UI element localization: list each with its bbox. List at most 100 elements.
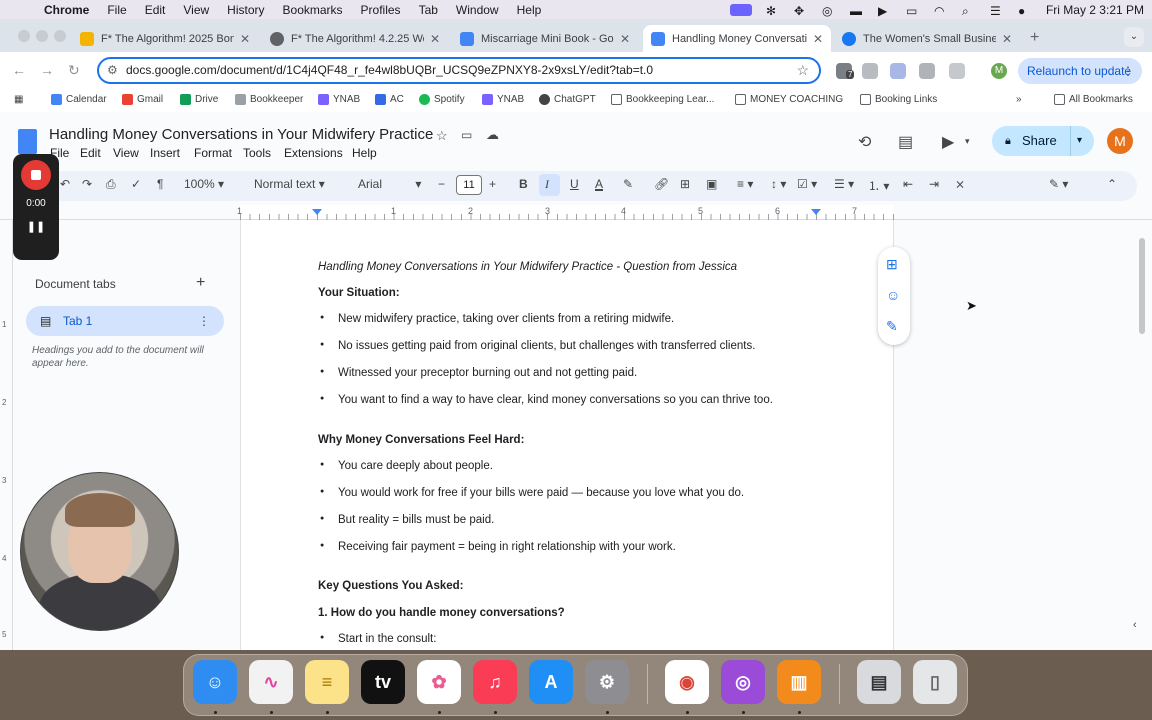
downloads-stack-icon[interactable]: ▤ bbox=[857, 660, 901, 704]
browser-tab[interactable]: The Women's Small Business ✕ bbox=[834, 25, 1020, 52]
address-bar[interactable]: ⚙ docs.google.com/document/d/1C4j4QF48_r… bbox=[97, 57, 821, 84]
menu-view[interactable]: View bbox=[183, 3, 209, 17]
relaunch-to-update-button[interactable]: Relaunch to update ⋮ bbox=[1018, 58, 1142, 84]
pause-recording-icon[interactable]: ❚❚ bbox=[13, 220, 59, 233]
decrease-font-size-icon[interactable]: − bbox=[438, 177, 445, 191]
print-icon[interactable]: ⎙ bbox=[106, 177, 116, 192]
document-page[interactable]: Handling Money Conversations in Your Mid… bbox=[240, 220, 894, 650]
browser-tab[interactable]: Miscarriage Mini Book - Goog ✕ bbox=[452, 25, 638, 52]
document-title[interactable]: Handling Money Conversations in Your Mid… bbox=[49, 126, 433, 143]
suggest-edits-icon[interactable]: ✎ bbox=[886, 318, 898, 335]
docs-menu-tools[interactable]: Tools bbox=[243, 146, 271, 160]
monitor-icon[interactable]: ▬ bbox=[850, 4, 864, 18]
numbered-list-icon[interactable]: ⒈ ▾ bbox=[868, 177, 889, 194]
photos-icon[interactable]: ✿ bbox=[417, 660, 461, 704]
tab-options-icon[interactable]: ⋮ bbox=[198, 306, 210, 336]
account-avatar[interactable]: M bbox=[1107, 128, 1133, 154]
docs-menu-view[interactable]: View bbox=[113, 146, 139, 160]
increase-font-size-icon[interactable]: + bbox=[489, 177, 496, 191]
site-info-icon[interactable]: ⚙ bbox=[107, 59, 118, 82]
forward-arrow-icon[interactable]: → bbox=[40, 62, 54, 78]
browser-tab-active[interactable]: Handling Money Conversatio ✕ bbox=[643, 25, 831, 52]
right-indent-marker[interactable] bbox=[811, 209, 821, 215]
chrome-icon[interactable]: ◉ bbox=[665, 660, 709, 704]
notes-icon[interactable]: ≡ bbox=[305, 660, 349, 704]
collapse-toolbar-icon[interactable]: ⌃ bbox=[1107, 177, 1117, 191]
docs-menu-edit[interactable]: Edit bbox=[80, 146, 101, 160]
docs-menu-extensions[interactable]: Extensions bbox=[284, 146, 343, 160]
menubar-clock[interactable]: Fri May 2 3:21 PM bbox=[1046, 3, 1144, 17]
version-history-icon[interactable]: ⟲ bbox=[858, 132, 871, 152]
bookmarks-overflow-button[interactable]: » bbox=[1016, 94, 1022, 105]
bulleted-list-icon[interactable]: ☰ ▾ bbox=[834, 177, 854, 191]
new-tab-button[interactable]: + bbox=[1030, 29, 1039, 47]
add-comment-icon[interactable]: ⊞ bbox=[680, 177, 690, 191]
star-icon[interactable]: ☆ bbox=[436, 128, 448, 144]
stop-recording-button[interactable] bbox=[21, 160, 51, 190]
bookmark-calendar[interactable]: Calendar bbox=[51, 94, 107, 105]
redo-icon[interactable]: ↷ bbox=[82, 177, 92, 191]
zoom-select[interactable]: 100% ▾ bbox=[184, 177, 224, 191]
italic-icon[interactable]: I bbox=[545, 177, 549, 192]
screen-recorder-icon[interactable] bbox=[729, 3, 752, 16]
highlight-pen-icon[interactable]: ✎ bbox=[623, 177, 633, 191]
apple-tv-icon[interactable]: tv bbox=[361, 660, 405, 704]
podcasts-icon[interactable]: ◎ bbox=[721, 660, 765, 704]
extension-icon[interactable] bbox=[919, 63, 935, 79]
bookmark-ynab-2[interactable]: YNAB bbox=[482, 94, 524, 105]
window-zoom-button[interactable] bbox=[54, 30, 66, 42]
menu-window[interactable]: Window bbox=[456, 3, 499, 17]
text-color-icon[interactable]: A bbox=[595, 177, 603, 191]
left-indent-marker[interactable] bbox=[312, 209, 322, 215]
browser-tab[interactable]: F* The Algorithm! 2025 Bonu ✕ bbox=[72, 25, 258, 52]
kebab-menu-icon[interactable]: ⋮ bbox=[1122, 58, 1134, 84]
back-arrow-icon[interactable]: ← bbox=[12, 62, 26, 78]
all-bookmarks-button[interactable]: All Bookmarks bbox=[1054, 94, 1133, 105]
docs-menu-help[interactable]: Help bbox=[352, 146, 377, 160]
font-select[interactable]: Arial ▾ bbox=[358, 177, 421, 191]
side-panel-chevron-icon[interactable]: ‹ bbox=[1133, 619, 1137, 631]
webcam-bubble[interactable] bbox=[20, 472, 179, 631]
bookmark-bookkeeper[interactable]: Bookkeeper bbox=[235, 94, 303, 105]
extension-icon[interactable] bbox=[890, 63, 906, 79]
insert-image-icon[interactable]: ▣ bbox=[706, 177, 717, 191]
bookmark-chatgpt[interactable]: ChatGPT bbox=[539, 94, 596, 105]
wifi-icon[interactable]: ◠ bbox=[934, 4, 948, 18]
docs-menu-format[interactable]: Format bbox=[194, 146, 232, 160]
tab-close-icon[interactable]: ✕ bbox=[1002, 32, 1012, 46]
scrollbar-thumb[interactable] bbox=[1139, 238, 1145, 334]
menu-edit[interactable]: Edit bbox=[145, 3, 166, 17]
freeform-icon[interactable]: ∿ bbox=[249, 660, 293, 704]
siri-icon[interactable]: ● bbox=[1018, 4, 1032, 18]
window-close-button[interactable] bbox=[18, 30, 30, 42]
document-tab-1[interactable]: ▤ Tab 1 ⋮ bbox=[26, 306, 224, 336]
bookmark-drive[interactable]: Drive bbox=[180, 94, 218, 105]
menu-app-chrome[interactable]: Chrome bbox=[44, 3, 89, 17]
bookmark-gmail[interactable]: Gmail bbox=[122, 94, 163, 105]
share-dropdown-icon[interactable]: ▾ bbox=[1070, 126, 1082, 156]
tab-close-icon[interactable]: ✕ bbox=[813, 32, 823, 46]
app-store-icon[interactable]: A bbox=[529, 660, 573, 704]
tab-search-button[interactable]: ⌄ bbox=[1124, 27, 1144, 47]
checklist-icon[interactable]: ☑ ▾ bbox=[797, 177, 817, 191]
system-settings-icon[interactable]: ⚙ bbox=[585, 660, 629, 704]
play-status-icon[interactable]: ▶ bbox=[878, 4, 892, 18]
decrease-indent-icon[interactable]: ⇤ bbox=[903, 177, 913, 191]
apps-grid-icon[interactable]: ▦ bbox=[14, 94, 23, 105]
tab-close-icon[interactable]: ✕ bbox=[240, 32, 250, 46]
emoji-reaction-icon[interactable]: ☺ bbox=[886, 287, 900, 303]
battery-icon[interactable]: ▭ bbox=[906, 4, 920, 18]
menu-help[interactable]: Help bbox=[517, 3, 542, 17]
editing-mode-icon[interactable]: ✎ ▾ bbox=[1049, 177, 1068, 191]
clear-formatting-icon[interactable]: ⨯ bbox=[955, 177, 965, 191]
control-center-icon[interactable]: ☰ bbox=[990, 4, 1004, 18]
increase-indent-icon[interactable]: ⇥ bbox=[929, 177, 939, 191]
window-minimize-button[interactable] bbox=[36, 30, 48, 42]
books-icon[interactable]: ▥ bbox=[777, 660, 821, 704]
docs-menu-insert[interactable]: Insert bbox=[150, 146, 180, 160]
undo-icon[interactable]: ↶ bbox=[60, 177, 70, 191]
bookmark-ac[interactable]: AC bbox=[375, 94, 404, 105]
tab-close-icon[interactable]: ✕ bbox=[620, 32, 630, 46]
bold-icon[interactable]: B bbox=[519, 177, 528, 191]
align-icon[interactable]: ≡ ▾ bbox=[737, 177, 753, 191]
